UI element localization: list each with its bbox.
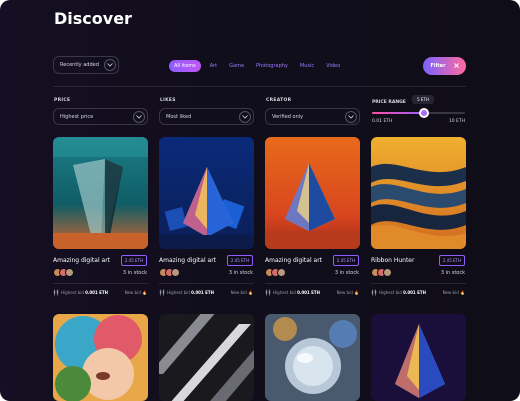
price-filter-select[interactable]: Highest price	[53, 108, 148, 125]
highest-bid-value: 0.001 ETH	[85, 290, 108, 295]
likes-filter-value: Most liked	[166, 113, 192, 120]
price-range-tooltip: 5 ETH	[412, 95, 434, 104]
chevron-down-icon	[104, 59, 116, 71]
nft-name: Amazing digital art	[159, 257, 217, 264]
category-tabs: All items Art Game Photography Music Vid…	[169, 60, 343, 72]
creator-filter-value: Verified only	[272, 113, 304, 120]
highest-bid-value: 0.001 ETH	[297, 290, 320, 295]
highest-bid-label: Highest bid	[379, 290, 402, 295]
card-divider	[159, 283, 254, 284]
price-range-filter: PRICE RANGE 5 ETH 0.01 ETH 10 ETH	[372, 95, 467, 130]
new-bid-link[interactable]: New bid 🔥	[125, 290, 147, 295]
discover-page: Discover Recently added All items Art Ga…	[0, 0, 520, 401]
candlestick-icon	[53, 289, 59, 297]
stock-count: 3 in stock	[334, 270, 359, 276]
nft-image[interactable]	[265, 137, 360, 249]
likes-filter-select[interactable]: Most liked	[159, 108, 254, 125]
highest-bid-label: Highest bid	[273, 290, 296, 295]
highest-bid-value: 0.001 ETH	[403, 290, 426, 295]
chevron-down-icon	[239, 111, 251, 123]
chevron-down-icon	[345, 111, 357, 123]
bid-row: Highest bid 0.001 ETH New bid 🔥	[53, 289, 148, 297]
filter-button-label: Filter	[430, 63, 446, 69]
chevron-down-icon	[133, 111, 145, 123]
candlestick-icon	[371, 289, 377, 297]
bid-row: Highest bid 0.001 ETH New bid 🔥	[159, 289, 254, 297]
tab-photography[interactable]: Photography	[253, 61, 291, 71]
price-filter-label: PRICE	[54, 98, 71, 103]
sort-select-label: Recently added	[60, 62, 99, 68]
tab-art[interactable]: Art	[207, 61, 220, 71]
stock-count: 3 in stock	[440, 270, 465, 276]
tab-video[interactable]: Video	[323, 61, 343, 71]
tab-game[interactable]: Game	[226, 61, 247, 71]
close-icon	[453, 62, 459, 70]
nft-image[interactable]	[159, 137, 254, 249]
nft-image[interactable]	[371, 137, 466, 249]
tab-all-items[interactable]: All items	[169, 60, 201, 72]
nft-image[interactable]	[265, 314, 360, 401]
new-bid-link[interactable]: New bid 🔥	[337, 290, 359, 295]
price-range-max: 10 ETH	[448, 119, 465, 124]
stock-count: 3 in stock	[228, 270, 253, 276]
creator-filter-label: CREATOR	[266, 98, 292, 103]
highest-bid-label: Highest bid	[61, 290, 84, 295]
nft-image[interactable]	[371, 314, 466, 401]
stock-count: 3 in stock	[122, 270, 147, 276]
highest-bid-value: 0.001 ETH	[191, 290, 214, 295]
nft-image[interactable]	[53, 314, 148, 401]
tab-music[interactable]: Music	[297, 61, 317, 71]
owner-avatars	[159, 268, 183, 278]
sort-select[interactable]: Recently added	[53, 56, 119, 74]
avatar	[65, 268, 74, 277]
bid-row: Highest bid 0.001 ETH New bid 🔥	[265, 289, 360, 297]
price-range-label: PRICE RANGE	[372, 100, 406, 105]
price-range-slider[interactable]	[372, 108, 465, 118]
card-divider	[371, 283, 466, 284]
new-bid-link[interactable]: New bid 🔥	[231, 290, 253, 295]
highest-bid-label: Highest bid	[167, 290, 190, 295]
avatar	[277, 268, 286, 277]
nft-image[interactable]	[53, 137, 148, 249]
bid-row: Highest bid 0.001 ETH New bid 🔥	[371, 289, 466, 297]
card-divider	[265, 283, 360, 284]
card-divider	[53, 283, 148, 284]
price-range-min: 0.01 ETH	[372, 119, 393, 124]
likes-filter-label: LIKES	[160, 98, 176, 103]
owner-avatars	[265, 268, 289, 278]
price-range-fill	[372, 112, 425, 114]
candlestick-icon	[265, 289, 271, 297]
header-divider	[53, 86, 466, 87]
price-badge: 2.45 ETH	[226, 255, 253, 266]
owner-avatars	[53, 268, 77, 278]
avatar	[171, 268, 180, 277]
nft-name: Ribbon Hunter	[371, 257, 415, 264]
price-filter-value: Highest price	[60, 113, 94, 120]
creator-filter-select[interactable]: Verified only	[265, 108, 360, 125]
owner-avatars	[371, 268, 395, 278]
avatar	[383, 268, 392, 277]
nft-name: Amazing digital art	[53, 257, 111, 264]
page-title: Discover	[54, 9, 132, 28]
nft-name: Amazing digital art	[265, 257, 323, 264]
price-badge: 2.45 ETH	[438, 255, 465, 266]
price-badge: 2.45 ETH	[332, 255, 359, 266]
filter-button[interactable]: Filter	[423, 57, 466, 75]
price-badge: 2.45 ETH	[120, 255, 147, 266]
new-bid-link[interactable]: New bid 🔥	[443, 290, 465, 295]
candlestick-icon	[159, 289, 165, 297]
nft-image[interactable]	[159, 314, 254, 401]
price-range-handle[interactable]	[419, 108, 430, 118]
